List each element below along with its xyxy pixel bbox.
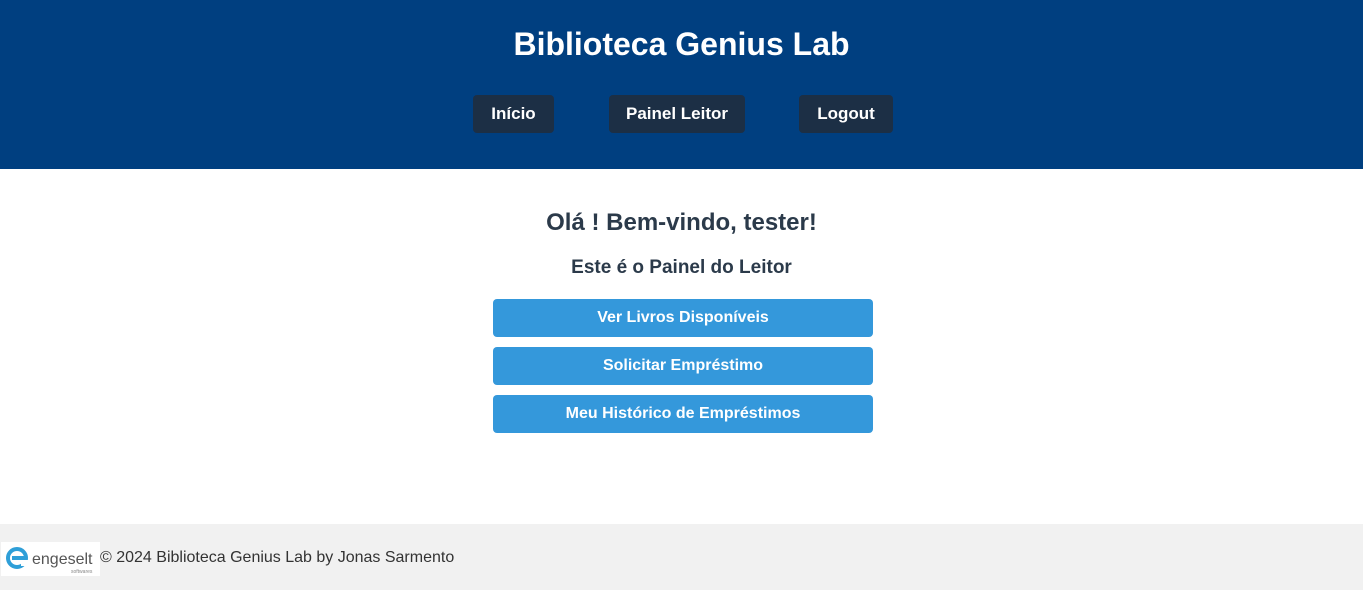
nav-logout-button[interactable]: Logout	[799, 95, 893, 133]
nav-reader-panel-button[interactable]: Painel Leitor	[609, 95, 745, 133]
welcome-heading: Olá ! Bem-vindo, tester!	[546, 209, 817, 236]
engeselt-logo-graphic: engeselt softwares	[6, 547, 93, 575]
site-header: Biblioteca Genius Lab Início Painel Leit…	[0, 0, 1363, 169]
request-loan-button[interactable]: Solicitar Empréstimo	[493, 347, 873, 385]
logo-tagline: softwares	[71, 569, 93, 575]
logo-wordmark: engeselt	[32, 551, 93, 568]
main-content: Olá ! Bem-vindo, tester! Este é o Painel…	[0, 169, 1363, 524]
view-available-books-button[interactable]: Ver Livros Disponíveis	[493, 299, 873, 337]
engeselt-logo: engeselt softwares	[1, 542, 100, 576]
copyright-text: © 2024 Biblioteca Genius Lab by Jonas Sa…	[100, 549, 455, 566]
nav-home-button[interactable]: Início	[473, 95, 554, 133]
site-title: Biblioteca Genius Lab	[513, 26, 850, 62]
panel-subtitle: Este é o Painel do Leitor	[571, 257, 792, 278]
site-footer: engeselt softwares © 2024 Biblioteca Gen…	[0, 524, 1363, 590]
loan-history-button[interactable]: Meu Histórico de Empréstimos	[493, 395, 873, 433]
